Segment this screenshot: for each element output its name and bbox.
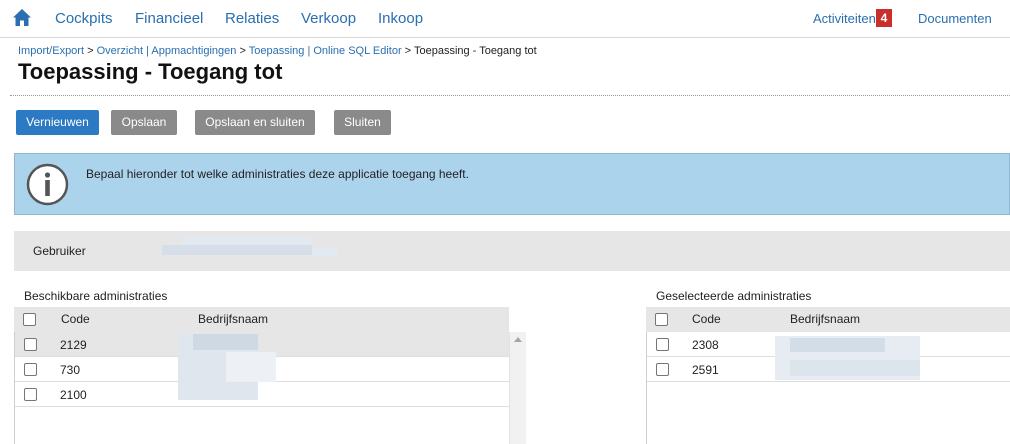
available-grid-header: Code Bedrijfsnaam	[14, 307, 509, 332]
row-checkbox[interactable]	[656, 363, 669, 376]
row-code: 2129	[60, 338, 87, 352]
breadcrumb-separator: >	[84, 45, 97, 57]
user-label: Gebruiker	[33, 244, 86, 258]
available-title: Beschikbare administraties	[24, 289, 168, 303]
selected-grid-body: 2308 2591	[646, 332, 1010, 444]
nav-activities[interactable]: Activiteiten	[813, 11, 876, 26]
activities-count-badge[interactable]: 4	[876, 9, 892, 27]
home-icon[interactable]	[12, 8, 32, 28]
breadcrumb-current: Toepassing - Toegang tot	[413, 45, 537, 57]
available-select-all-checkbox[interactable]	[23, 313, 36, 326]
company-names-redacted	[775, 332, 925, 382]
breadcrumb-separator: >	[236, 45, 249, 57]
selected-code-header[interactable]: Code	[692, 312, 721, 326]
company-names-redacted	[178, 332, 278, 404]
row-checkbox[interactable]	[24, 363, 37, 376]
available-scrollbar[interactable]	[509, 332, 526, 444]
save-button[interactable]: Opslaan	[111, 110, 177, 135]
info-text: Bepaal hieronder tot welke administratie…	[86, 167, 469, 181]
row-code: 2100	[60, 388, 87, 402]
breadcrumb-import-export[interactable]: Import/Export	[18, 45, 84, 57]
available-name-header[interactable]: Bedrijfsnaam	[198, 312, 268, 326]
row-code: 730	[60, 363, 81, 377]
refresh-button[interactable]: Vernieuwen	[16, 110, 99, 135]
row-checkbox[interactable]	[656, 338, 669, 351]
info-panel: Bepaal hieronder tot welke administratie…	[14, 153, 1010, 215]
nav-verkoop[interactable]: Verkoop	[301, 10, 356, 27]
row-code: 2308	[692, 338, 719, 352]
user-value-redacted	[162, 237, 337, 263]
title-divider	[10, 95, 1010, 96]
selected-select-all-checkbox[interactable]	[655, 313, 668, 326]
selected-grid-header: Code Bedrijfsnaam	[646, 307, 1010, 332]
breadcrumb-appmachtigingen[interactable]: Overzicht | Appmachtigingen	[97, 45, 237, 57]
breadcrumb: Import/Export > Overzicht | Appmachtigin…	[18, 45, 537, 57]
selected-name-header[interactable]: Bedrijfsnaam	[790, 312, 860, 326]
scroll-up-arrow-icon[interactable]	[514, 337, 522, 342]
breadcrumb-separator: >	[401, 45, 414, 57]
available-grid-body: 2129 730 2100	[14, 332, 510, 444]
top-navigation: Cockpits Financieel Relaties Verkoop Ink…	[0, 0, 1010, 38]
row-checkbox[interactable]	[24, 338, 37, 351]
user-row: Gebruiker	[14, 231, 1010, 271]
save-and-close-button[interactable]: Opslaan en sluiten	[195, 110, 315, 135]
nav-financieel[interactable]: Financieel	[135, 10, 203, 27]
available-code-header[interactable]: Code	[61, 312, 90, 326]
row-checkbox[interactable]	[24, 388, 37, 401]
page-title: Toepassing - Toegang tot	[18, 59, 283, 84]
breadcrumb-online-sql-editor[interactable]: Toepassing | Online SQL Editor	[249, 45, 402, 57]
nav-cockpits[interactable]: Cockpits	[55, 10, 113, 27]
row-code: 2591	[692, 363, 719, 377]
nav-relaties[interactable]: Relaties	[225, 10, 279, 27]
info-icon	[26, 163, 69, 206]
selected-title: Geselecteerde administraties	[656, 289, 812, 303]
nav-documents[interactable]: Documenten	[918, 11, 992, 26]
close-button[interactable]: Sluiten	[334, 110, 391, 135]
nav-inkoop[interactable]: Inkoop	[378, 10, 423, 27]
